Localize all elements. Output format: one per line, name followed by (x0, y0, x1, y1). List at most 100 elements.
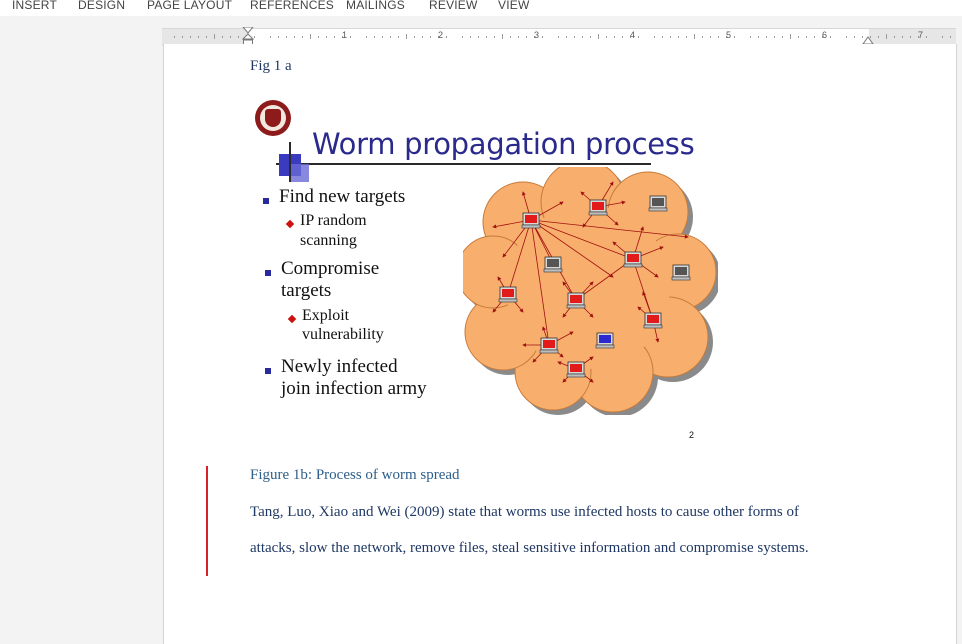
ruler-tick (510, 36, 511, 38)
ruler-tick (470, 36, 471, 38)
sub-bullet-text: scanning (300, 232, 357, 249)
ruler-tick (542, 36, 543, 38)
ruler-tick (718, 36, 719, 38)
ruler-tick (710, 36, 711, 38)
ruler-tick (286, 36, 287, 38)
ruler-tick (422, 36, 423, 38)
slide-title: Worm propagation process (312, 127, 695, 161)
tab-page-layout[interactable]: PAGE LAYOUT (147, 0, 232, 12)
ruler-number: 4 (630, 30, 636, 40)
ruler-tick (374, 36, 375, 38)
ruler-number: 5 (726, 30, 732, 40)
ruler-tick (190, 36, 191, 38)
infected-host-icon (643, 312, 663, 329)
infected-host-icon (566, 292, 586, 309)
infected-host-icon (566, 361, 586, 378)
bullet-text: Newly infected (281, 356, 398, 377)
ruler-tick (326, 36, 327, 38)
ruler-tick (518, 36, 519, 38)
infected-host-icon (539, 337, 559, 354)
paragraph-line: Tang, Luo, Xiao and Wei (2009) state tha… (250, 504, 799, 520)
ruler-tick (854, 36, 855, 38)
slide-page-number: 2 (689, 430, 695, 440)
ruler-tick (654, 36, 655, 38)
ruler-tick (758, 36, 759, 38)
university-seal-icon (255, 100, 291, 136)
sub-bullet-text: vulnerability (302, 326, 384, 343)
new-host-icon (595, 332, 615, 349)
ruler-tick (414, 36, 415, 38)
ruler-tick (174, 36, 175, 38)
ruler-tick (390, 36, 391, 38)
tab-references[interactable]: REFERENCES (250, 0, 334, 12)
ruler-tick (430, 36, 431, 38)
infected-host-icon (588, 199, 608, 216)
document-page[interactable]: Fig 1 a Worm propagation process Find ne… (163, 44, 957, 644)
bullet-text: Find new targets (279, 186, 406, 207)
ruler-tick (662, 36, 663, 38)
ruler-tick (606, 36, 607, 38)
worm-slide-image: Worm propagation process Find new target… (251, 92, 718, 442)
ruler-tick (910, 36, 911, 38)
ruler-tick (558, 36, 559, 38)
ruler-tick (206, 36, 207, 38)
bullet-square-icon (265, 270, 271, 276)
ruler-tick (278, 36, 279, 38)
ruler-tick (254, 36, 255, 38)
ruler-tick (230, 36, 231, 38)
ruler-tick (294, 36, 295, 38)
ruler-tick (526, 36, 527, 38)
ruler-tick (694, 34, 695, 39)
ruler-tick (222, 36, 223, 38)
ruler-number: 2 (438, 30, 444, 40)
ruler-tick (670, 36, 671, 38)
tab-view[interactable]: VIEW (498, 0, 529, 12)
track-change-bar (206, 466, 208, 576)
sub-bullet-text: IP random (300, 212, 367, 229)
bullet-text: join infection army (281, 378, 427, 399)
ruler-tick (366, 36, 367, 38)
tab-insert[interactable]: INSERT (12, 0, 57, 12)
clean-host-icon (648, 195, 668, 212)
ruler-tick (750, 36, 751, 38)
ruler-tick (582, 36, 583, 38)
ruler-tick (734, 36, 735, 38)
infected-host-icon (498, 286, 518, 303)
ruler-tick (302, 36, 303, 38)
ruler-tick (950, 36, 951, 38)
bullet-diamond-icon (285, 219, 295, 229)
ruler-number: 3 (534, 30, 540, 40)
network-cloud-diagram (463, 167, 718, 415)
ruler-tick (494, 36, 495, 38)
tab-review[interactable]: REVIEW (429, 0, 478, 12)
ruler-number: 6 (822, 30, 828, 40)
ruler-tick (886, 34, 887, 39)
ruler-tick (270, 36, 271, 38)
ruler-tick (806, 36, 807, 38)
ruler-tick (894, 36, 895, 38)
ruler-tick (198, 36, 199, 38)
ruler-tick (814, 36, 815, 38)
ruler-tick (502, 34, 503, 39)
ruler-tick (182, 36, 183, 38)
ruler-tick (702, 36, 703, 38)
ruler-tick (446, 36, 447, 38)
ruler-tick (902, 36, 903, 38)
ruler-tick (398, 36, 399, 38)
clean-host-icon (543, 256, 563, 273)
ruler-tick (622, 36, 623, 38)
ruler-tick (486, 36, 487, 38)
sub-bullet-text: Exploit (302, 307, 350, 324)
ruler-tick (686, 36, 687, 38)
ruler-tick (766, 36, 767, 38)
ruler-tick (574, 36, 575, 38)
ruler-tick (478, 36, 479, 38)
tab-design[interactable]: DESIGN (78, 0, 125, 12)
ruler-tick (790, 34, 791, 39)
ruler-tick (638, 36, 639, 38)
ruler-tick (846, 36, 847, 38)
ruler-tick (590, 36, 591, 38)
paragraph-line: attacks, slow the network, remove files,… (250, 540, 809, 556)
ruler-tick (318, 36, 319, 38)
tab-mailings[interactable]: MAILINGS (346, 0, 405, 12)
